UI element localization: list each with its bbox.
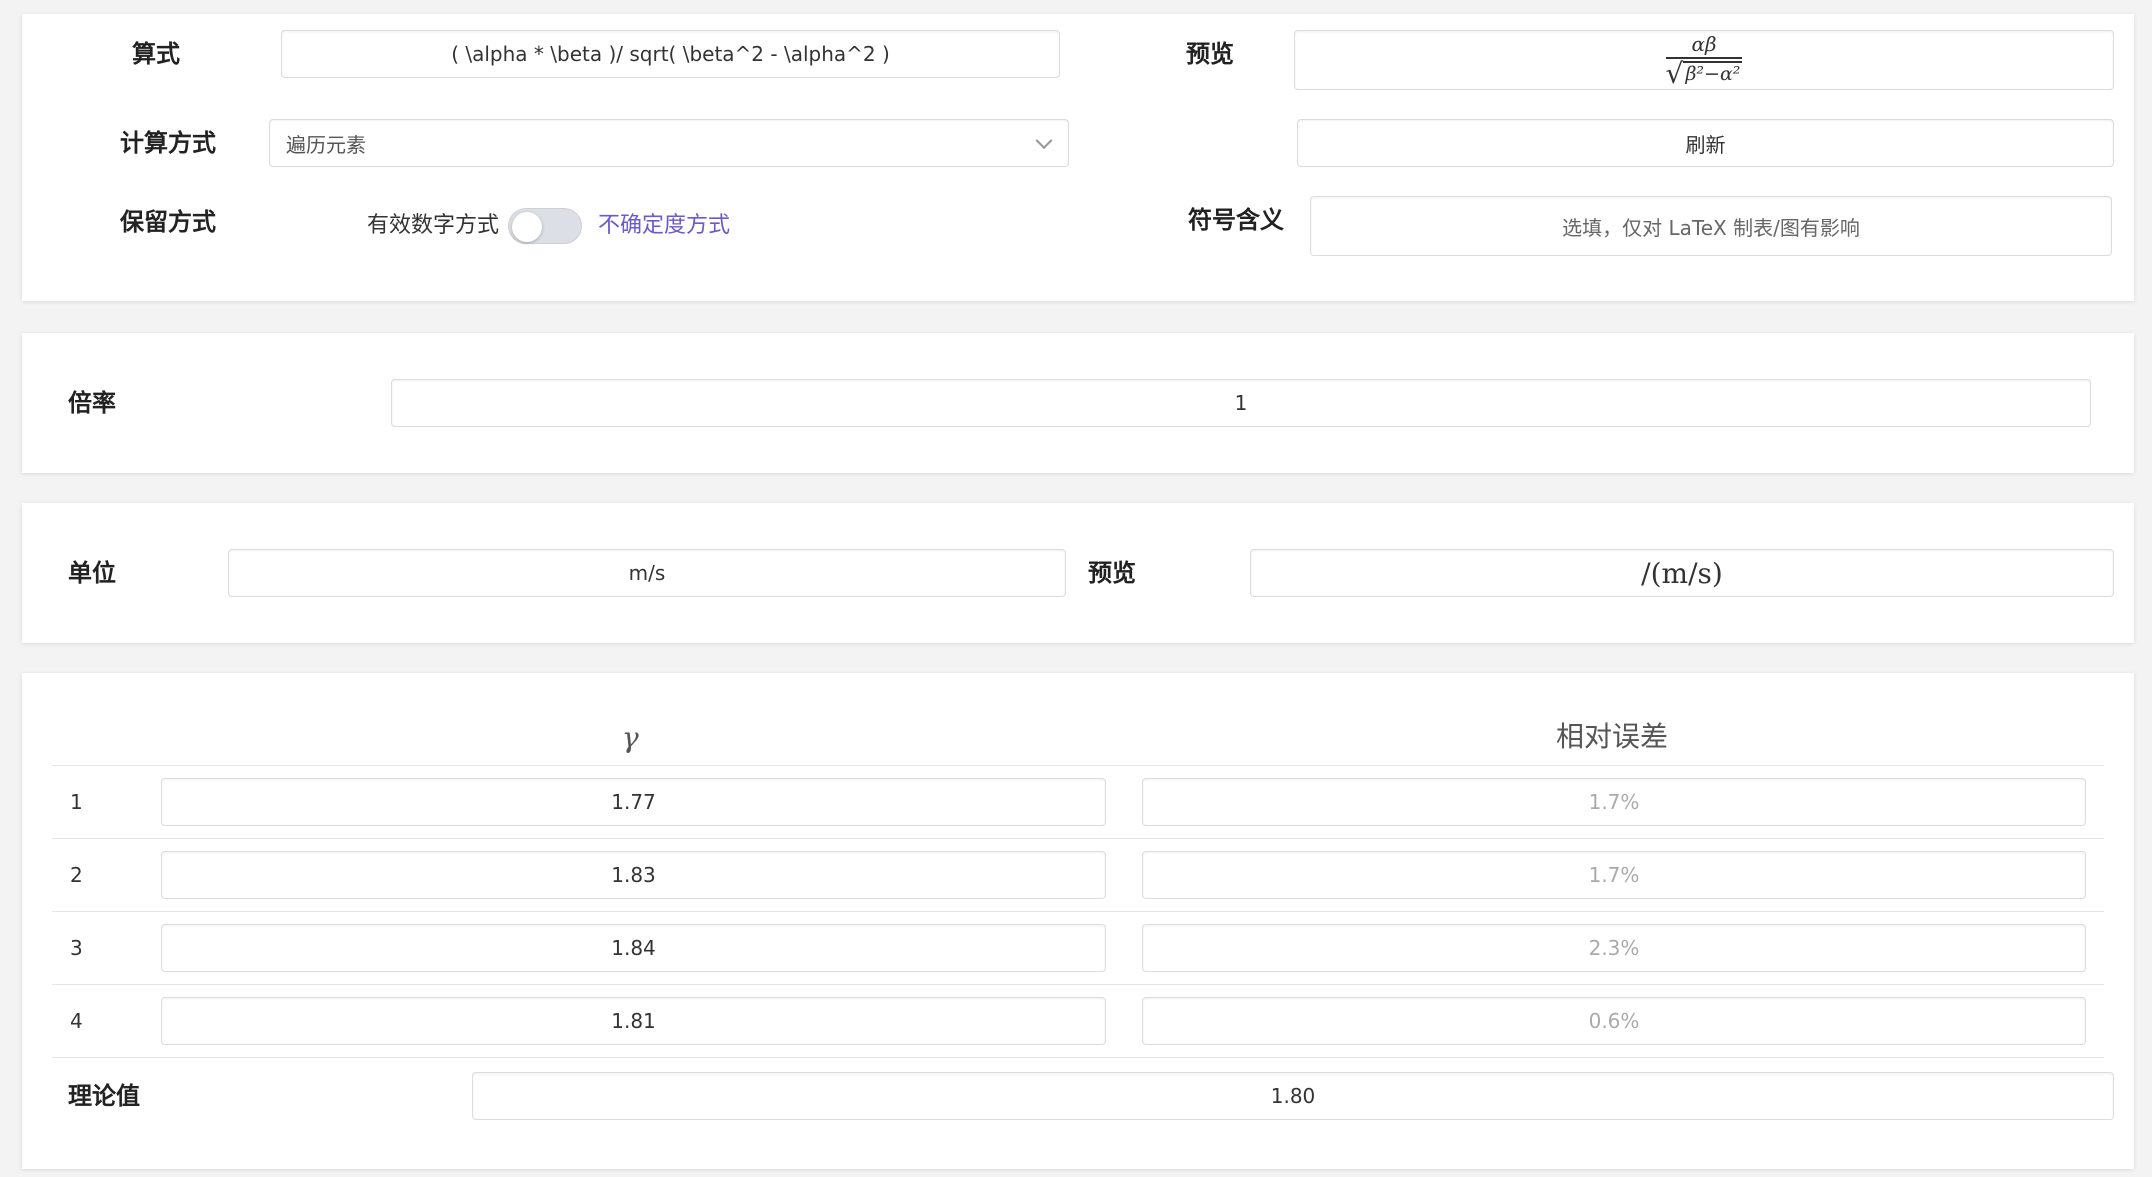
column-header-gamma: γ [622,721,639,754]
retention-toggle[interactable] [508,208,582,244]
uncertainty-option[interactable]: 不确定度方式 [598,209,730,243]
unit-card: 单位 m/s 预览 /(m/s) [22,503,2134,643]
formula-preview: αβ √ β²−α² [1294,30,2114,90]
formula-settings-card: 算式 ( \alpha * \beta )/ sqrt( \beta^2 - \… [22,14,2134,301]
formula-preview-numerator: αβ [1691,32,1717,56]
unit-input[interactable]: m/s [228,549,1066,597]
multiplier-input[interactable]: 1 [391,379,2091,427]
formula-preview-denominator: √ β²−α² [1665,57,1743,90]
column-header-relative-error: 相对误差 [1556,720,1669,753]
value-input[interactable]: 1.77 [161,778,1106,826]
data-table-card: γ 相对误差 1 1.77 1.7% 2 1.83 1.7% 3 1.84 2.… [22,673,2134,1169]
error-output: 0.6% [1142,997,2086,1045]
formula-preview-radicand: β²−α² [1683,61,1743,85]
error-output: 1.7% [1142,851,2086,899]
unit-preview-label: 预览 [1088,559,1136,587]
row-divider [52,984,2104,985]
calc-method-label: 计算方式 [120,129,216,157]
theory-value-label: 理论值 [68,1082,140,1110]
unit-label: 单位 [68,559,116,587]
row-index: 1 [70,790,83,814]
formula-preview-fraction: αβ √ β²−α² [1665,32,1743,90]
value-input[interactable]: 1.83 [161,851,1106,899]
formula-label: 算式 [132,40,180,68]
header-divider [52,765,2104,766]
retention-label: 保留方式 [120,208,216,236]
sqrt-icon: √ [1665,57,1684,90]
row-divider [52,838,2104,839]
formula-preview-label: 预览 [1186,40,1234,68]
symbol-meaning-input[interactable]: 选填，仅对 LaTeX 制表/图有影响 [1310,196,2112,256]
value-input[interactable]: 1.84 [161,924,1106,972]
toggle-knob [512,212,542,242]
theory-value-input[interactable]: 1.80 [472,1072,2114,1120]
row-divider [52,911,2104,912]
row-divider [52,1057,2104,1058]
calc-method-selected: 遍历元素 [286,132,366,157]
sig-figs-option[interactable]: 有效数字方式 [367,209,499,243]
formula-input[interactable]: ( \alpha * \beta )/ sqrt( \beta^2 - \alp… [281,30,1060,78]
multiplier-label: 倍率 [68,389,116,417]
row-index: 4 [70,1009,83,1033]
row-index: 3 [70,936,83,960]
symbol-meaning-label: 符号含义 [1188,206,1284,234]
calc-method-select[interactable]: 遍历元素 [269,119,1069,167]
error-output: 1.7% [1142,778,2086,826]
unit-preview: /(m/s) [1250,549,2114,597]
row-index: 2 [70,863,83,887]
chevron-down-icon [1035,132,1053,150]
error-output: 2.3% [1142,924,2086,972]
multiplier-card: 倍率 1 [22,333,2134,473]
refresh-button[interactable]: 刷新 [1297,119,2114,167]
value-input[interactable]: 1.81 [161,997,1106,1045]
